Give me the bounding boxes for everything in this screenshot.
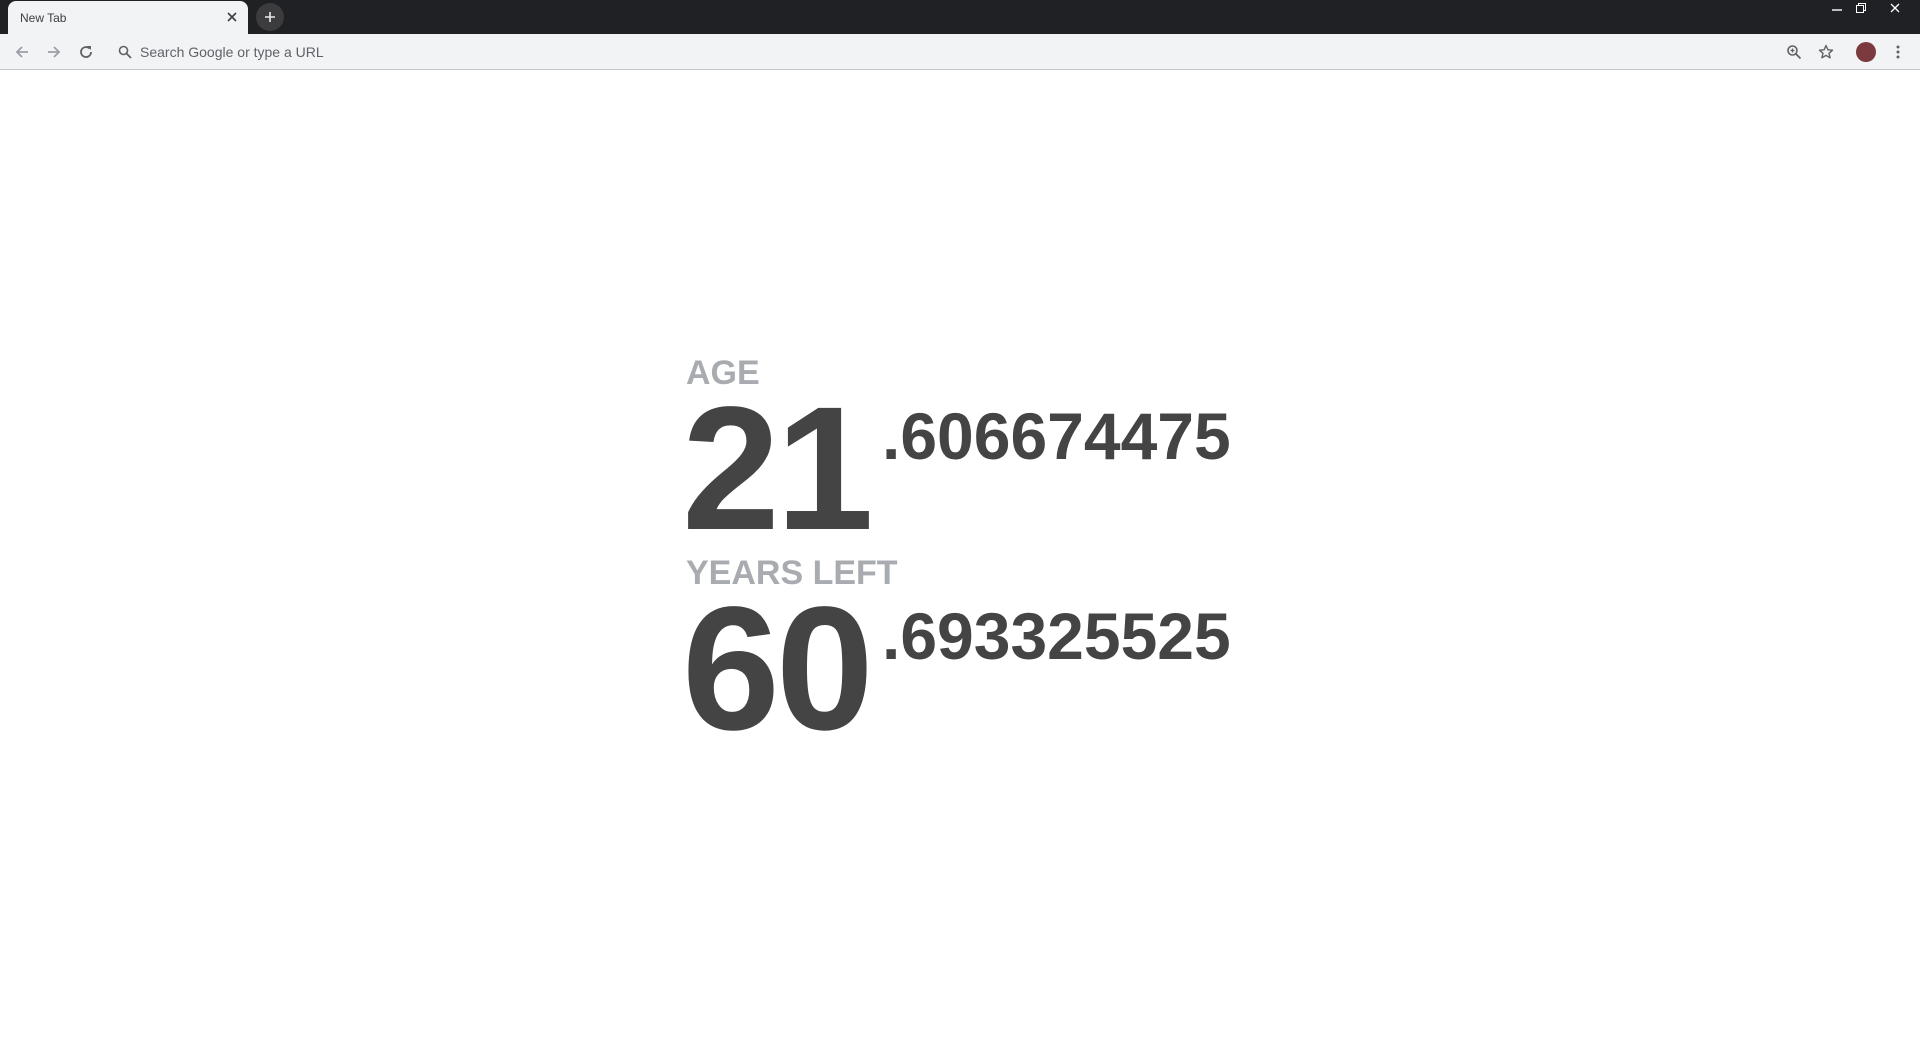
tab-new-tab[interactable]: New Tab xyxy=(8,1,248,34)
zoom-button[interactable] xyxy=(1782,40,1806,64)
reload-button[interactable] xyxy=(74,40,98,64)
star-icon xyxy=(1818,44,1834,59)
kebab-menu-icon xyxy=(1896,45,1900,59)
tab-title: New Tab xyxy=(20,11,67,25)
page-content: AGE 21 .606674475 YEARS LEFT 60 .6933255… xyxy=(0,71,1920,1050)
age-counter: AGE 21 .606674475 YEARS LEFT 60 .6933255… xyxy=(682,355,1231,757)
close-window-button[interactable] xyxy=(1880,0,1910,16)
new-tab-button[interactable] xyxy=(256,3,284,31)
restore-button[interactable] xyxy=(1846,0,1876,16)
plus-icon xyxy=(265,12,275,22)
close-icon xyxy=(1890,3,1900,13)
minimize-icon xyxy=(1832,9,1842,11)
arrow-left-icon xyxy=(15,46,28,58)
tab-strip: New Tab xyxy=(0,0,1920,34)
years-left-value: 60 .693325525 xyxy=(682,581,1231,757)
menu-button[interactable] xyxy=(1886,40,1910,64)
avatar[interactable] xyxy=(1856,42,1876,62)
arrow-right-icon xyxy=(48,46,61,58)
age-integer: 21 xyxy=(682,371,874,567)
search-input[interactable] xyxy=(140,42,1740,62)
omnibox[interactable] xyxy=(108,38,1800,66)
years-left-fraction: .693325525 xyxy=(882,599,1231,673)
forward-button[interactable] xyxy=(42,40,66,64)
bookmark-button[interactable] xyxy=(1814,40,1838,64)
age-value: 21 .606674475 xyxy=(682,381,1231,557)
years-left-integer: 60 xyxy=(682,571,874,767)
search-icon xyxy=(118,45,132,59)
age-fraction: .606674475 xyxy=(882,399,1231,473)
restore-icon xyxy=(1856,3,1866,13)
browser-toolbar xyxy=(0,34,1920,70)
close-icon[interactable] xyxy=(224,9,240,25)
back-button[interactable] xyxy=(10,40,34,64)
reload-icon xyxy=(80,46,92,58)
zoom-icon xyxy=(1787,45,1802,60)
